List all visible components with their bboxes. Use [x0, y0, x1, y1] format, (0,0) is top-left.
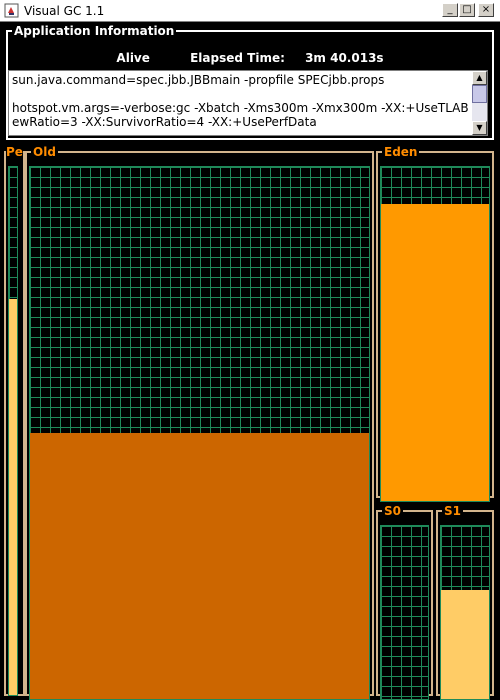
- close-button[interactable]: ×: [478, 3, 494, 17]
- eden-space-label: Eden: [384, 145, 418, 159]
- survivor-s1-fill: [441, 590, 489, 699]
- minimize-button[interactable]: _: [442, 3, 458, 17]
- status-line: Alive Elapsed Time: 3m 40.013s: [8, 51, 492, 65]
- perm-space-fill: [9, 299, 17, 695]
- eden-space-panel: Eden: [376, 145, 494, 502]
- scroll-up-arrow-icon[interactable]: ▲: [472, 71, 487, 85]
- perm-space-panel: Pe: [4, 146, 25, 696]
- survivor-s0-label: S0: [384, 504, 401, 518]
- survivor-s1-label: S1: [444, 504, 461, 518]
- scroll-down-arrow-icon[interactable]: ▼: [472, 121, 487, 135]
- alive-status: Alive: [116, 51, 150, 65]
- old-space-label: Old: [33, 145, 56, 159]
- perm-space-grid: [8, 166, 18, 696]
- application-information-legend: Application Information: [14, 24, 175, 38]
- old-space-fill: [30, 433, 369, 699]
- vertical-scrollbar[interactable]: ▲ ▼: [472, 71, 487, 135]
- java-app-icon: [4, 3, 19, 18]
- old-space-grid: [29, 166, 370, 700]
- elapsed-time-label: Elapsed Time:: [190, 51, 285, 65]
- info-line: hotspot.vm.args=-verbose:gc -Xbatch -Xms…: [12, 101, 469, 115]
- title-bar[interactable]: Visual GC 1.1 _ □ ×: [0, 0, 500, 22]
- eden-space-fill: [381, 203, 489, 501]
- old-space-panel: Old: [25, 145, 374, 700]
- command-info-textarea[interactable]: sun.java.command=spec.jbb.JBBmain -propf…: [8, 70, 488, 136]
- survivor-s0-panel: S0: [376, 504, 433, 700]
- perm-space-label: Pe: [6, 145, 23, 159]
- maximize-button[interactable]: □: [459, 3, 475, 17]
- eden-space-grid: [380, 166, 490, 502]
- info-line: sun.java.command=spec.jbb.JBBmain -propf…: [12, 73, 385, 87]
- visual-gc-window: Visual GC 1.1 _ □ × Application Informat…: [0, 0, 500, 700]
- survivor-s0-grid: [380, 525, 429, 700]
- survivor-s1-grid: [440, 525, 490, 700]
- info-line: ewRatio=3 -XX:SurvivorRatio=4 -XX:+UsePe…: [12, 115, 317, 129]
- survivor-s1-panel: S1: [436, 504, 494, 700]
- elapsed-time-value: 3m 40.013s: [305, 51, 384, 65]
- scroll-thumb[interactable]: [472, 85, 487, 103]
- info-line: [12, 87, 469, 101]
- window-title: Visual GC 1.1: [24, 4, 105, 18]
